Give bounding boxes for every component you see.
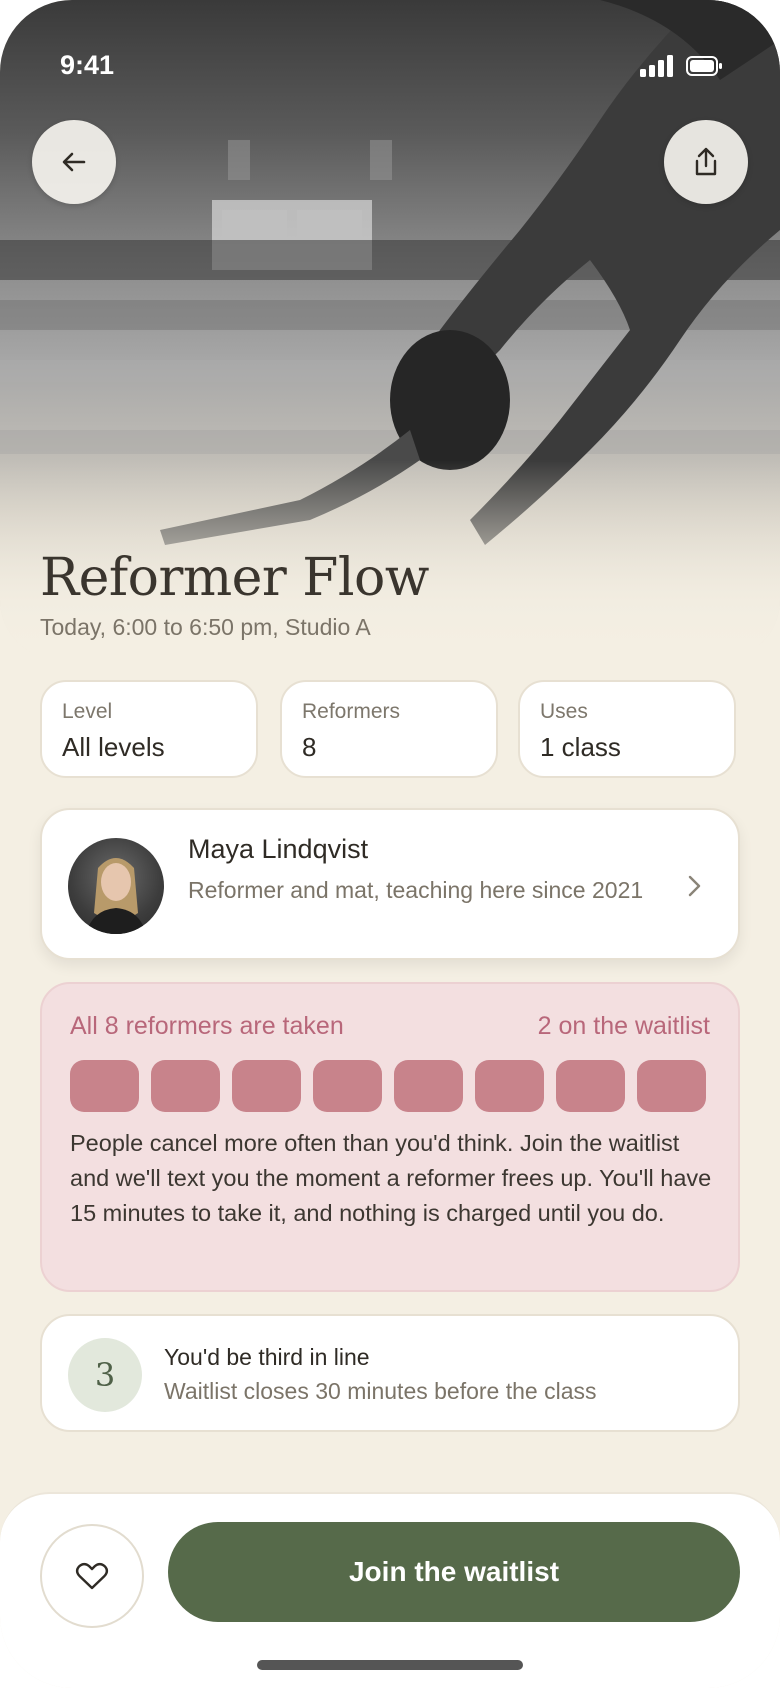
heart-icon <box>75 1562 109 1590</box>
home-indicator <box>257 1660 523 1670</box>
stat-value: All levels <box>62 732 165 762</box>
favorite-button[interactable] <box>40 1524 144 1628</box>
screen: 9:41 Reformer Flow Today, 6:00 to 6:50 p… <box>0 0 780 1688</box>
position-title: You'd be third in line <box>164 1344 370 1370</box>
stat-value: 1 class <box>540 732 621 762</box>
status-icons <box>640 55 722 77</box>
waitlist-card: All 8 reformers are taken 2 on the waitl… <box>40 982 740 1292</box>
instructor-bio: Reformer and mat, teaching here since 20… <box>188 877 644 903</box>
reformer-slot <box>556 1060 625 1112</box>
reformer-slot <box>313 1060 382 1112</box>
status-time: 9:41 <box>60 50 115 80</box>
position-subtitle: Waitlist closes 30 minutes before the cl… <box>164 1378 597 1404</box>
reformer-slot <box>637 1060 706 1112</box>
reformer-slot <box>151 1060 220 1112</box>
reformer-slot <box>475 1060 544 1112</box>
reformer-slots <box>70 1060 706 1112</box>
battery-icon <box>686 56 722 76</box>
class-schedule: Today, 6:00 to 6:50 pm, Studio A <box>40 614 371 640</box>
waitlist-description: People cancel more often than you'd thin… <box>70 1130 712 1226</box>
share-button[interactable] <box>664 120 748 204</box>
class-title: Reformer Flow <box>40 548 429 608</box>
position-number: 3 <box>68 1338 142 1412</box>
back-button[interactable] <box>32 120 116 204</box>
reformer-slot <box>394 1060 463 1112</box>
reformer-slot <box>70 1060 139 1112</box>
waitlist-position-card: 3 You'd be third in line Waitlist closes… <box>40 1314 740 1432</box>
stat-label: Reformers <box>302 700 401 723</box>
join-waitlist-button[interactable]: Join the waitlist <box>168 1522 740 1622</box>
signal-icon <box>640 55 673 77</box>
arrow-left-icon <box>62 152 86 172</box>
reformers-taken-label: All 8 reformers are taken <box>70 1012 344 1040</box>
stat-label: Uses <box>540 700 588 723</box>
stat-label: Level <box>62 700 113 723</box>
stat-uses: Uses 1 class <box>518 680 736 778</box>
instructor-card[interactable]: Maya Lindqvist Reformer and mat, teachin… <box>40 808 740 960</box>
stat-value: 8 <box>302 732 317 762</box>
stat-level: Level All levels <box>40 680 258 778</box>
share-icon <box>695 147 717 176</box>
avatar-photo <box>86 858 146 934</box>
bottom-action-bar: Join the waitlist <box>0 1492 780 1688</box>
chevron-right-icon <box>688 875 701 897</box>
reformer-slot <box>232 1060 301 1112</box>
stat-reformers: Reformers 8 <box>280 680 498 778</box>
waitlist-count-label: 2 on the waitlist <box>537 1012 710 1040</box>
instructor-name: Maya Lindqvist <box>188 834 369 864</box>
avatar <box>68 838 164 934</box>
